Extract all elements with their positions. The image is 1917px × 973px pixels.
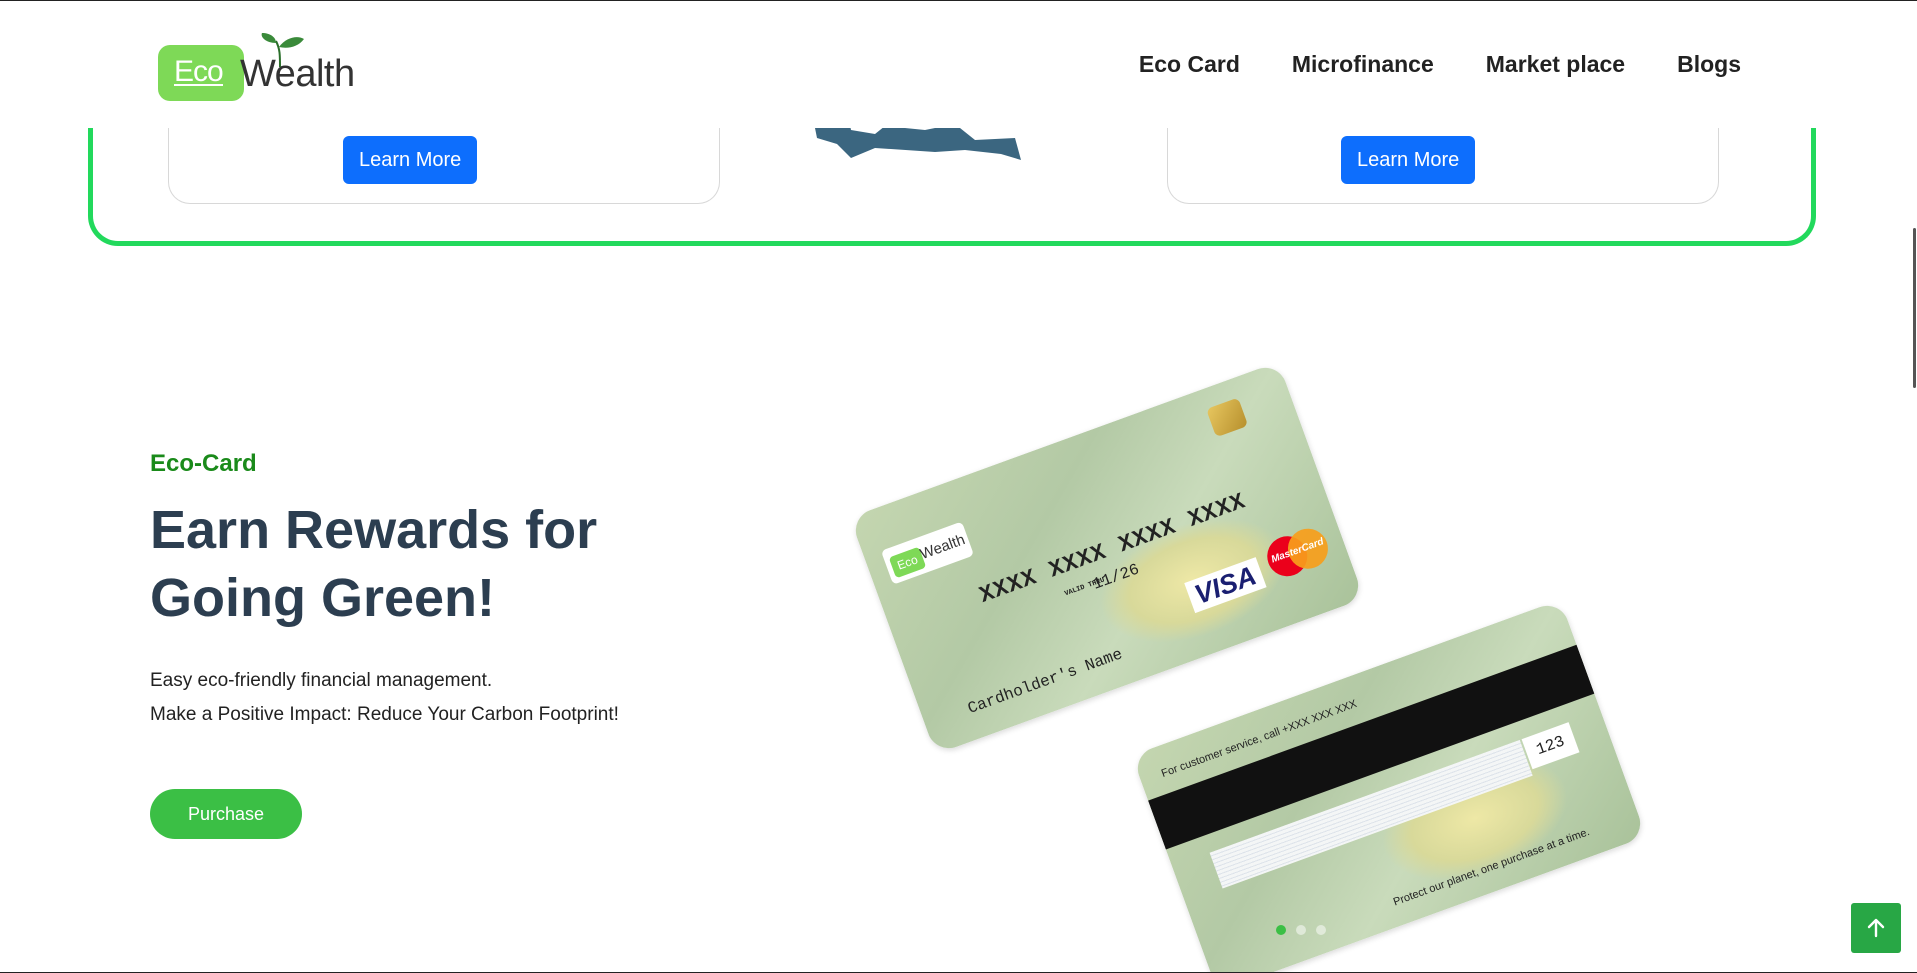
hero-description: Easy eco-friendly financial management. … bbox=[150, 664, 619, 732]
navbar: Eco Wealth Eco Card Microfinance Market … bbox=[0, 0, 1917, 128]
eco-card-front: Eco Wealth XXXX XXXX XXXX XXXX VALID THR… bbox=[849, 361, 1365, 755]
eco-card-back: For customer service, call +XXX XXX XXX … bbox=[1131, 599, 1647, 973]
hero-description-line2: Make a Positive Impact: Reduce Your Carb… bbox=[150, 704, 619, 725]
purchase-button[interactable]: Purchase bbox=[150, 789, 302, 839]
carousel-dot-1[interactable] bbox=[1276, 925, 1286, 935]
section-eyebrow: Eco-Card bbox=[150, 450, 257, 477]
main-nav: Eco Card Microfinance Market place Blogs bbox=[1139, 51, 1741, 78]
logo-eco-text: Eco bbox=[174, 55, 224, 88]
leaf-icon bbox=[261, 33, 304, 67]
card-tagline: Protect our planet, one purchase at a ti… bbox=[1391, 826, 1592, 909]
learn-more-button-right[interactable]: Learn More bbox=[1341, 136, 1476, 184]
visa-logo: VISA bbox=[1184, 557, 1267, 614]
arrow-up-icon bbox=[1867, 918, 1885, 938]
nav-link-microfinance[interactable]: Microfinance bbox=[1292, 51, 1434, 78]
carousel-indicators bbox=[1276, 925, 1326, 935]
brand-logo[interactable]: Eco Wealth bbox=[158, 31, 368, 103]
hero-description-line1: Easy eco-friendly financial management. bbox=[150, 670, 493, 691]
learn-more-button-left[interactable]: Learn More bbox=[343, 136, 478, 184]
carousel-dot-3[interactable] bbox=[1316, 925, 1326, 935]
carousel-dot-2[interactable] bbox=[1296, 925, 1306, 935]
card-brand-logo: Eco Wealth bbox=[880, 521, 975, 585]
hero-headline: Earn Rewards for Going Green! bbox=[150, 500, 598, 628]
mastercard-logo: MasterCard bbox=[1261, 523, 1334, 582]
scroll-to-top-button[interactable] bbox=[1851, 903, 1901, 953]
nav-link-market-place[interactable]: Market place bbox=[1486, 51, 1625, 78]
cvv-code: 123 bbox=[1521, 722, 1580, 770]
cardholder-name: Cardholder's Name bbox=[965, 645, 1125, 718]
nav-link-blogs[interactable]: Blogs bbox=[1677, 51, 1741, 78]
card-chip-icon bbox=[1206, 397, 1249, 438]
nav-link-eco-card[interactable]: Eco Card bbox=[1139, 51, 1240, 78]
page-scrollbar[interactable] bbox=[1913, 228, 1916, 388]
card-logo-wealth: Wealth bbox=[917, 531, 968, 564]
